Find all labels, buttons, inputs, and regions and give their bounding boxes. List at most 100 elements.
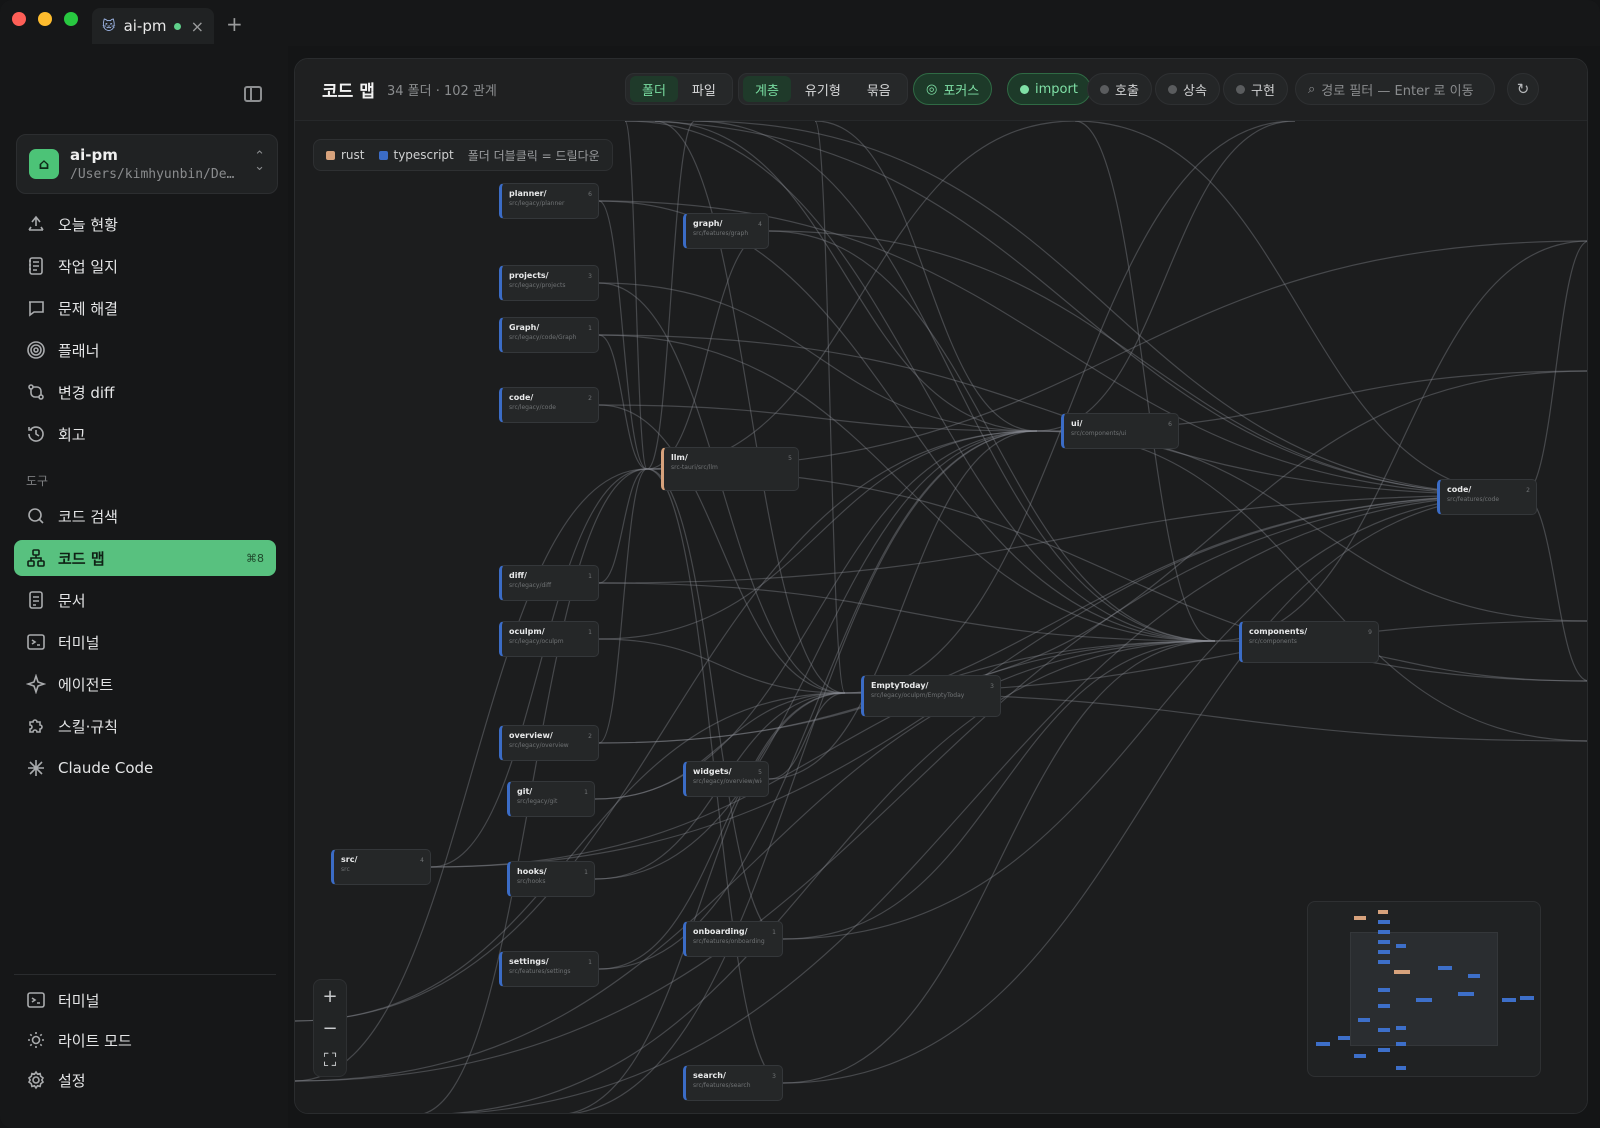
nav-settings[interactable]: 설정: [14, 1062, 276, 1098]
graph-node[interactable]: graph/src/features/graph 4: [683, 213, 769, 249]
journal-icon: [26, 256, 46, 276]
graph-edge: [1522, 241, 1587, 496]
node-path: src/legacy/git: [517, 798, 558, 805]
graph-node[interactable]: diff/src/legacy/diff 1: [499, 565, 599, 601]
path-filter-input[interactable]: ⌕ 경로 필터 — Enter 로 이동: [1295, 73, 1495, 105]
nav-planner[interactable]: 플래너: [14, 332, 276, 368]
nav-docs[interactable]: 문서: [14, 582, 276, 618]
nav-retro[interactable]: 회고: [14, 416, 276, 452]
layout-bundle-button[interactable]: 묶음: [855, 76, 903, 102]
focus-toggle[interactable]: ◎ 포커스: [913, 73, 993, 105]
nav-problem[interactable]: 문제 해결: [14, 290, 276, 326]
minimap-node: [1354, 916, 1366, 920]
graph-edge: [1036, 121, 1296, 432]
refresh-button[interactable]: ↻: [1507, 73, 1539, 105]
app-window: 🐱 ai-pm × + ⌂ ai-pm /Users/kimhyunbin/De…: [0, 0, 1600, 1128]
node-name: planner/: [509, 189, 547, 198]
zoom-out-button[interactable]: −: [314, 1012, 346, 1044]
node-name: ui/: [1071, 419, 1083, 428]
minimap-node: [1358, 1018, 1370, 1022]
page-title: 코드 맵: [322, 82, 375, 102]
legend-rust-label: rust: [341, 148, 365, 162]
graph-node[interactable]: planner/src/legacy/planner 6: [499, 183, 599, 219]
nav-today[interactable]: 오늘 현황: [14, 206, 276, 242]
nav-code-search[interactable]: 코드 검색: [14, 498, 276, 534]
nav-diff[interactable]: 변경 diff: [14, 374, 276, 410]
node-name: graph/: [693, 219, 723, 228]
graph-node[interactable]: Graph/src/legacy/code/Graph 1: [499, 317, 599, 353]
node-count: 6: [1168, 421, 1172, 428]
node-count: 1: [588, 573, 592, 580]
section-label-tools: 도구: [26, 474, 49, 488]
relation-inherit-toggle[interactable]: 상속: [1155, 73, 1220, 105]
graph-node[interactable]: search/src/features/search 3: [683, 1065, 783, 1101]
graph-edge: [768, 230, 1524, 496]
nav-bottom-terminal[interactable]: 터미널: [14, 982, 276, 1018]
graph-node[interactable]: oculpm/src/legacy/oculpm 1: [499, 621, 599, 657]
minimap[interactable]: [1307, 901, 1541, 1077]
nav-light-mode[interactable]: 라이트 모드: [14, 1022, 276, 1058]
graph-edge: [598, 468, 648, 744]
graph-node[interactable]: git/src/legacy/git 1: [507, 781, 595, 817]
graph-edge: [598, 638, 846, 694]
close-tab-icon[interactable]: ×: [191, 17, 204, 36]
minimap-node: [1338, 1036, 1350, 1040]
graph-node[interactable]: settings/src/features/settings 1: [499, 951, 599, 987]
sidebar: ⌂ ai-pm /Users/kimhyunbin/De... ⌃ ⌄ 오늘 현황…: [0, 46, 288, 1128]
minimap-node: [1378, 960, 1390, 964]
node-path: src/legacy/overview/widg...: [693, 778, 762, 785]
graph-node[interactable]: ui/src/components/ui 6: [1061, 413, 1179, 449]
graph-edge: [295, 468, 648, 1082]
graph-node[interactable]: hooks/src/hooks 1: [507, 861, 595, 897]
sidebar-toggle-icon[interactable]: [244, 86, 262, 102]
graph-node[interactable]: EmptyToday/src/legacy/oculpm/EmptyToday 3: [861, 675, 1001, 717]
project-switcher[interactable]: ⌂ ai-pm /Users/kimhyunbin/De... ⌃ ⌄: [16, 134, 278, 194]
graph-node[interactable]: projects/src/legacy/projects 3: [499, 265, 599, 301]
zoom-in-button[interactable]: +: [314, 980, 346, 1012]
minimize-window-button[interactable]: [38, 12, 52, 26]
layout-hierarchy-button[interactable]: 계층: [743, 76, 791, 102]
relation-call-toggle[interactable]: 호출: [1087, 73, 1152, 105]
nav-label: 작업 일지: [58, 257, 118, 276]
tab-ai-pm[interactable]: 🐱 ai-pm ×: [92, 8, 214, 44]
relation-implement-toggle[interactable]: 구현: [1223, 73, 1288, 105]
graph-node[interactable]: overview/src/legacy/overview 2: [499, 725, 599, 761]
fit-view-button[interactable]: ⛶: [314, 1044, 346, 1076]
minimap-node: [1378, 940, 1390, 944]
minimap-node: [1396, 1026, 1406, 1030]
nav-agents[interactable]: 에이전트: [14, 666, 276, 702]
graph-node[interactable]: code/src/legacy/code 2: [499, 387, 599, 423]
nav-skills[interactable]: 스킬·규칙: [14, 708, 276, 744]
graph-node[interactable]: src/src 4: [331, 849, 431, 885]
sitemap-icon: [26, 548, 46, 568]
relation-import-toggle[interactable]: import: [1007, 73, 1091, 105]
maximize-window-button[interactable]: [64, 12, 78, 26]
graph-canvas[interactable]: rust typescript 폴더 더블클릭 = 드릴다운 planner/s…: [295, 121, 1587, 1113]
minimap-node: [1468, 974, 1480, 978]
minimap-viewport[interactable]: [1350, 932, 1498, 1046]
node-name: projects/: [509, 271, 549, 280]
relation-dot: [1100, 84, 1109, 94]
minimap-node: [1416, 998, 1432, 1002]
nav-terminal[interactable]: 터미널: [14, 624, 276, 660]
graph-node[interactable]: components/src/components 9: [1239, 621, 1379, 663]
layout-organic-button[interactable]: 유기형: [793, 76, 853, 102]
graph-node[interactable]: llm/src-tauri/src/llm 5: [661, 447, 799, 491]
legend-typescript: typescript: [378, 148, 454, 162]
graph-node[interactable]: onboarding/src/features/onboarding 1: [683, 921, 783, 957]
graph-node[interactable]: code/src/features/code 2: [1437, 479, 1537, 515]
nav-claude-code[interactable]: Claude Code: [14, 750, 276, 786]
node-path: src/components: [1249, 638, 1297, 645]
titlebar: 🐱 ai-pm × +: [0, 0, 1600, 46]
history-icon: [26, 424, 46, 444]
graph-edge: [598, 404, 1038, 432]
graph-node[interactable]: widgets/src/legacy/overview/widg... 5: [683, 761, 769, 797]
granularity-file-button[interactable]: 파일: [680, 76, 728, 102]
nav-code-map[interactable]: 코드 맵 ⌘8: [14, 540, 276, 576]
granularity-folder-button[interactable]: 폴더: [630, 76, 678, 102]
nav-journal[interactable]: 작업 일지: [14, 248, 276, 284]
new-tab-button[interactable]: +: [226, 12, 243, 36]
close-window-button[interactable]: [12, 12, 26, 26]
node-name: Graph/: [509, 323, 540, 332]
node-name: settings/: [509, 957, 549, 966]
